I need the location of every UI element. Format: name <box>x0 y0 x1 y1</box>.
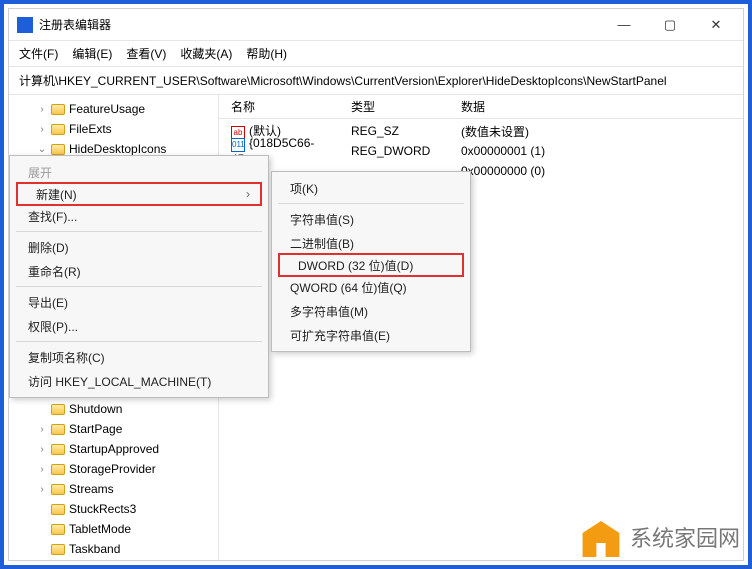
ctx-new-dword[interactable]: DWORD (32 位)值(D) <box>278 253 464 277</box>
tree-item[interactable]: Shutdown <box>11 399 216 419</box>
folder-icon <box>51 524 65 535</box>
separator <box>16 286 262 287</box>
folder-icon <box>51 424 65 435</box>
folder-icon <box>51 144 65 155</box>
value-type: REG_DWORD <box>339 144 449 158</box>
ctx-find[interactable]: 查找(F)... <box>10 204 268 228</box>
chevron-right-icon[interactable]: › <box>37 424 47 435</box>
chevron-right-icon[interactable]: › <box>37 124 47 135</box>
menu-view[interactable]: 查看(V) <box>126 45 166 62</box>
titlebar: 注册表编辑器 — ▢ ✕ <box>9 9 743 41</box>
tree-item-label: StuckRects3 <box>69 502 136 516</box>
folder-icon <box>51 464 65 475</box>
col-type[interactable]: 类型 <box>339 98 449 115</box>
tree-item[interactable]: Taskband <box>11 539 216 559</box>
binary-value-icon: 011 <box>231 138 245 152</box>
list-row[interactable]: 011{018D5C66-45...REG_DWORD0x00000001 (1… <box>219 141 743 161</box>
ctx-new-expandstring[interactable]: 可扩充字符串值(E) <box>272 323 470 347</box>
tree-item[interactable]: › StartupApproved <box>11 439 216 459</box>
chevron-right-icon[interactable]: › <box>37 464 47 475</box>
chevron-right-icon[interactable]: › <box>37 104 47 115</box>
menu-favorites[interactable]: 收藏夹(A) <box>180 45 232 62</box>
ctx-new-qword[interactable]: QWORD (64 位)值(Q) <box>272 275 470 299</box>
tree-item-label: Streams <box>69 482 114 496</box>
registry-editor-window: 注册表编辑器 — ▢ ✕ 文件(F) 编辑(E) 查看(V) 收藏夹(A) 帮助… <box>8 8 744 561</box>
ctx-new[interactable]: 新建(N) <box>16 182 262 206</box>
menu-help[interactable]: 帮助(H) <box>246 45 287 62</box>
tree-item[interactable]: TypedPaths <box>11 559 216 560</box>
value-type: REG_SZ <box>339 124 449 138</box>
tree-item[interactable]: › Streams <box>11 479 216 499</box>
tree-item-label: FileExts <box>69 122 112 136</box>
menu-file[interactable]: 文件(F) <box>19 45 58 62</box>
list-header: 名称 类型 数据 <box>219 95 743 119</box>
ctx-new-string[interactable]: 字符串值(S) <box>272 207 470 231</box>
ctx-export[interactable]: 导出(E) <box>10 290 268 314</box>
tree-item-label: HideDesktopIcons <box>69 142 166 156</box>
app-icon <box>17 17 33 33</box>
ctx-copykey[interactable]: 复制项名称(C) <box>10 345 268 369</box>
separator <box>278 203 464 204</box>
folder-icon <box>51 484 65 495</box>
ctx-new-binary[interactable]: 二进制值(B) <box>272 231 470 255</box>
maximize-button[interactable]: ▢ <box>655 17 685 33</box>
list-pane: 名称 类型 数据 ab(默认)REG_SZ(数值未设置)011{018D5C66… <box>219 95 743 560</box>
chevron-down-icon[interactable]: ⌄ <box>37 144 47 155</box>
tree-item[interactable]: › StorageProvider <box>11 459 216 479</box>
tree-item[interactable]: › StartPage <box>11 419 216 439</box>
minimize-button[interactable]: — <box>609 17 639 33</box>
ctx-new-multistring[interactable]: 多字符串值(M) <box>272 299 470 323</box>
ctx-expand: 展开 <box>10 160 268 184</box>
separator <box>16 341 262 342</box>
ctx-rename[interactable]: 重命名(R) <box>10 259 268 283</box>
tree-item[interactable]: TabletMode <box>11 519 216 539</box>
watermark: 系统家园网 <box>578 517 740 557</box>
ctx-delete[interactable]: 删除(D) <box>10 235 268 259</box>
value-data: 0x00000000 (0) <box>449 164 743 178</box>
folder-icon <box>51 404 65 415</box>
tree-item[interactable]: StuckRects3 <box>11 499 216 519</box>
context-menu-main: 展开 新建(N) 查找(F)... 删除(D) 重命名(R) 导出(E) 权限(… <box>9 155 269 398</box>
tree-item[interactable]: › FileExts <box>11 119 216 139</box>
context-menu-new: 项(K) 字符串值(S) 二进制值(B) DWORD (32 位)值(D) QW… <box>271 171 471 352</box>
address-bar[interactable]: 计算机\HKEY_CURRENT_USER\Software\Microsoft… <box>9 67 743 95</box>
folder-icon <box>51 544 65 555</box>
menubar: 文件(F) 编辑(E) 查看(V) 收藏夹(A) 帮助(H) <box>9 41 743 67</box>
watermark-text: 系统家园网 <box>630 521 740 553</box>
menu-edit[interactable]: 编辑(E) <box>72 45 112 62</box>
value-data: (数值未设置) <box>449 123 743 140</box>
col-data[interactable]: 数据 <box>449 98 743 115</box>
ctx-new-key[interactable]: 项(K) <box>272 176 470 200</box>
tree-item-label: StorageProvider <box>69 462 156 476</box>
tree-item-label: FeatureUsage <box>69 102 145 116</box>
folder-icon <box>51 124 65 135</box>
close-button[interactable]: ✕ <box>701 17 731 33</box>
chevron-right-icon[interactable]: › <box>37 484 47 495</box>
window-title: 注册表编辑器 <box>39 16 609 33</box>
tree-item-label: StartupApproved <box>69 442 159 456</box>
tree-item-label: Shutdown <box>69 402 122 416</box>
tree-item-label: TabletMode <box>69 522 131 536</box>
ctx-permissions[interactable]: 权限(P)... <box>10 314 268 338</box>
value-data: 0x00000001 (1) <box>449 144 743 158</box>
tree-item[interactable]: › FeatureUsage <box>11 99 216 119</box>
folder-icon <box>51 504 65 515</box>
tree-item-label: StartPage <box>69 422 122 436</box>
tree-item-label: Taskband <box>69 542 120 556</box>
house-icon <box>578 517 624 557</box>
ctx-goto-hklm[interactable]: 访问 HKEY_LOCAL_MACHINE(T) <box>10 369 268 393</box>
folder-icon <box>51 444 65 455</box>
folder-icon <box>51 104 65 115</box>
chevron-right-icon[interactable]: › <box>37 444 47 455</box>
col-name[interactable]: 名称 <box>219 98 339 115</box>
separator <box>16 231 262 232</box>
